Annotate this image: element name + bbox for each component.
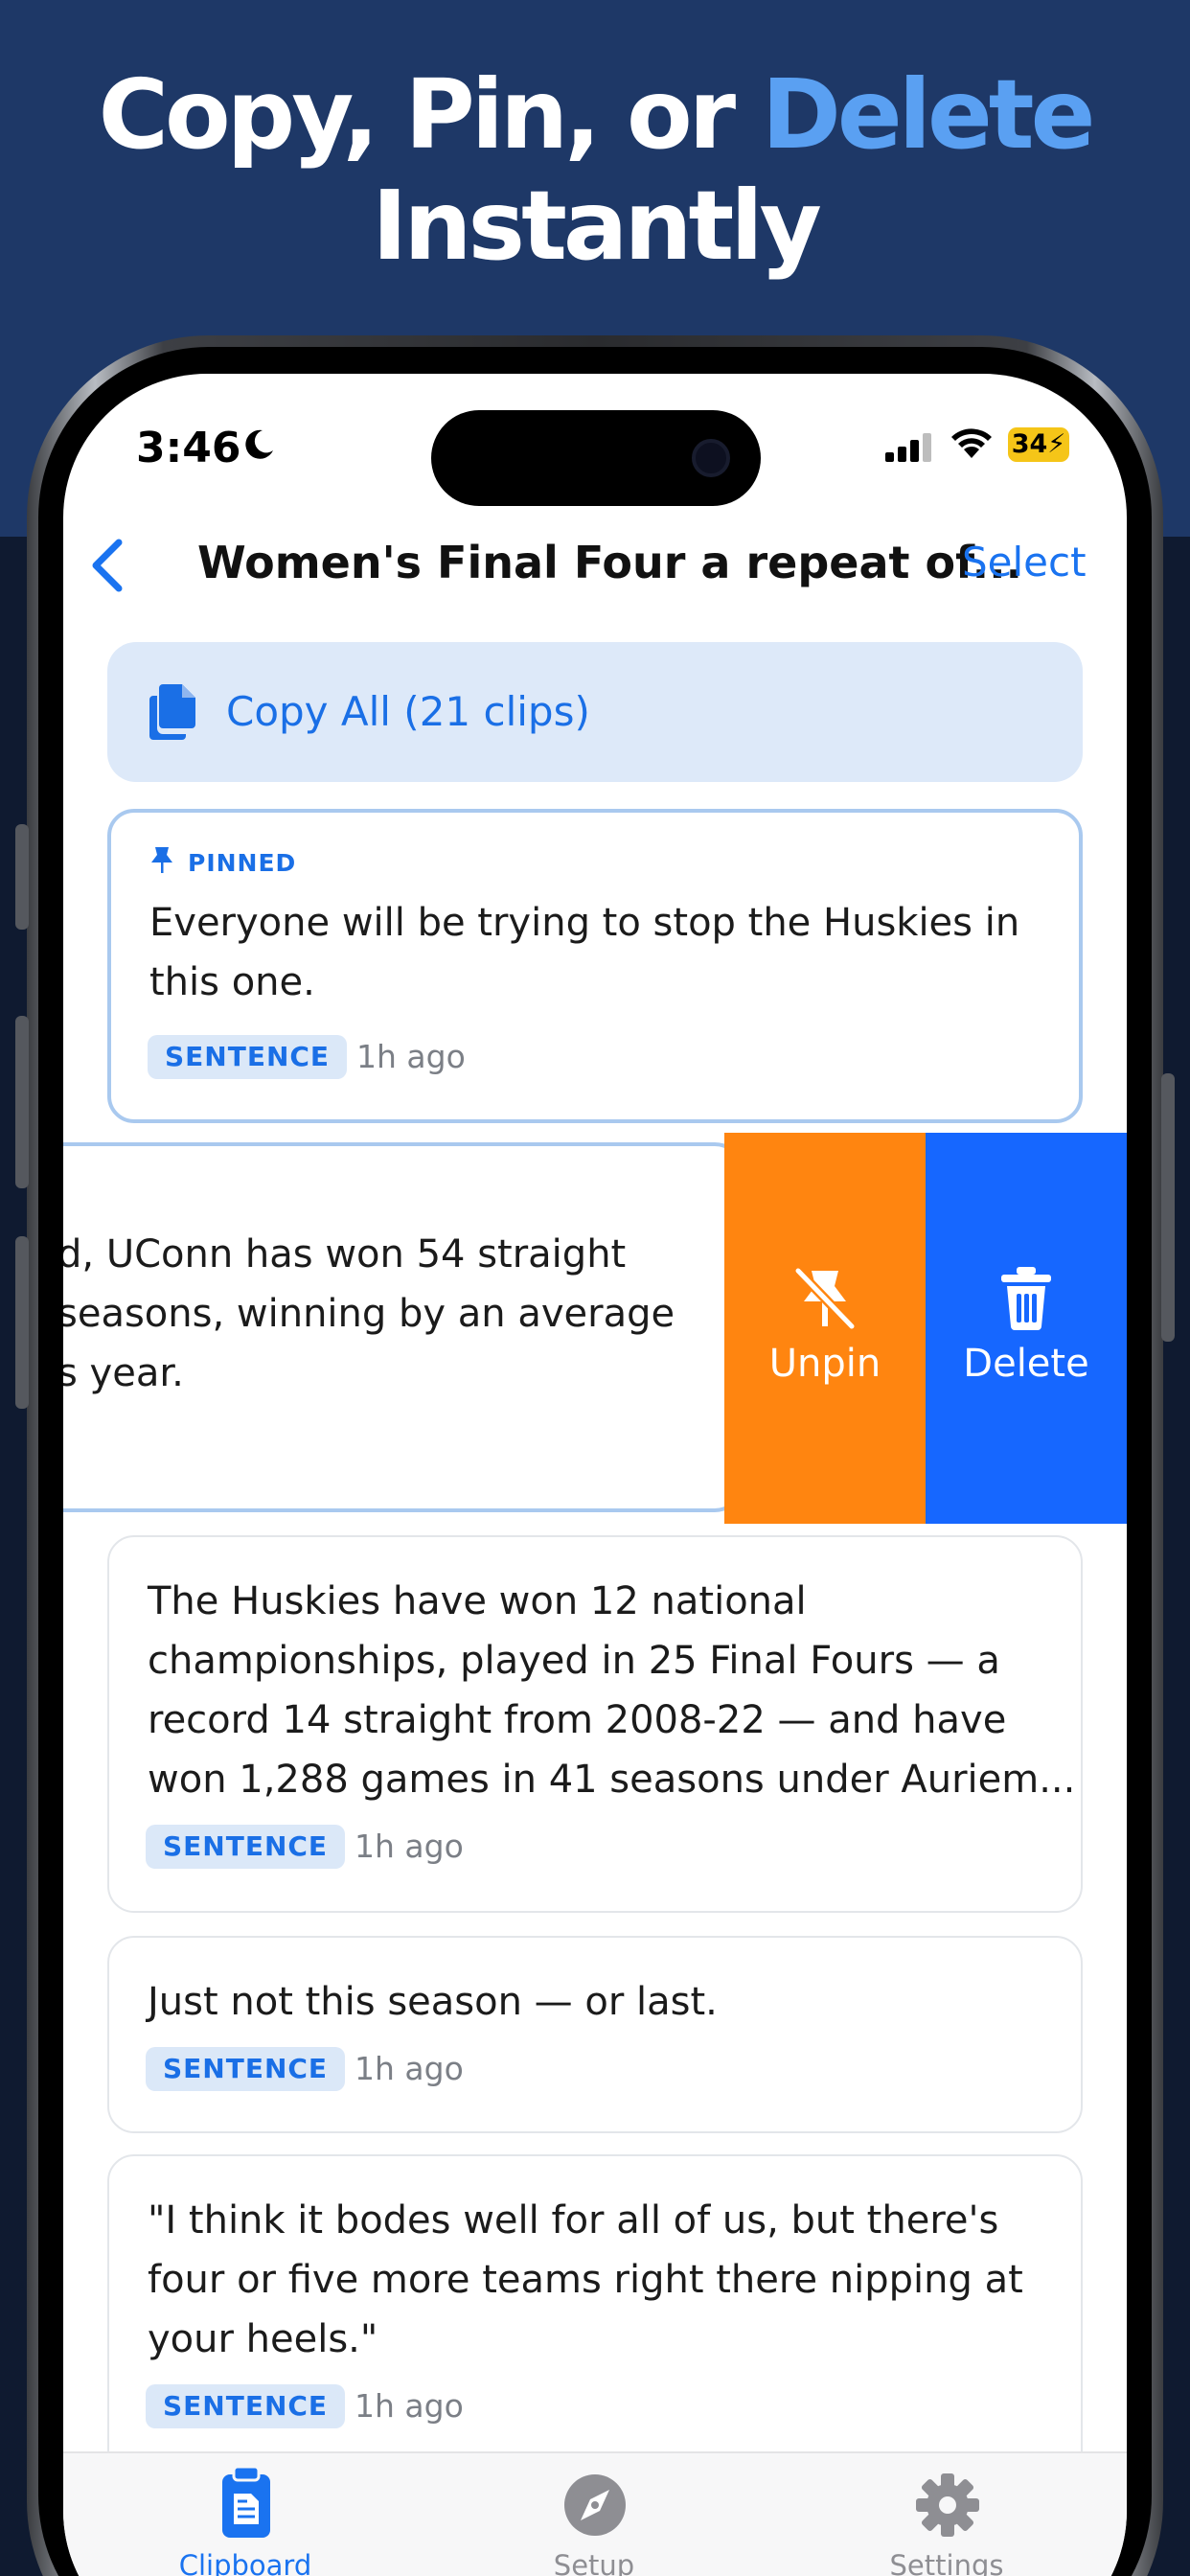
documents-icon xyxy=(149,684,195,740)
select-button[interactable]: Select xyxy=(962,539,1087,586)
camera-icon xyxy=(692,439,730,477)
clip-text-line: record 14 straight from 2008-22 — and ha… xyxy=(148,1698,1007,1742)
moon-icon xyxy=(245,429,273,459)
unpin-icon xyxy=(793,1266,857,1331)
tab-clipboard[interactable]: Clipboard xyxy=(130,2453,360,2576)
signal-icon xyxy=(885,433,931,462)
tab-label: Clipboard xyxy=(178,2549,312,2576)
headline-accent: Delete xyxy=(761,58,1096,171)
pinned-label: PINNED xyxy=(188,849,297,877)
clip-text-line: Everyone will be trying to stop the Husk… xyxy=(149,901,1020,945)
clip-card[interactable]: Just not this season — or last. SENTENCE… xyxy=(107,1936,1083,2133)
clip-timestamp: 1h ago xyxy=(356,1038,466,1075)
phone-screen: 3:46 34⚡ Women's Final Four a repeat of.… xyxy=(63,374,1127,2576)
tab-label: Setup xyxy=(553,2549,635,2576)
copy-all-button[interactable]: Copy All (21 clips) xyxy=(107,642,1083,782)
tab-setup[interactable]: Setup xyxy=(479,2453,709,2576)
clip-timestamp: 1h ago xyxy=(355,2050,464,2087)
type-badge: SENTENCE xyxy=(146,1825,346,1869)
compass-icon xyxy=(564,2474,626,2536)
type-badge: SENTENCE xyxy=(146,2384,346,2428)
clip-text-line: d, UConn has won 54 straight xyxy=(63,1232,627,1276)
volume-up-button xyxy=(15,1016,29,1188)
delete-label: Delete xyxy=(963,1342,1089,1386)
dynamic-island xyxy=(431,410,761,506)
side-button xyxy=(15,824,29,930)
headline-line-1: Copy, Pin, or Delete xyxy=(0,59,1190,171)
battery-level: 34 xyxy=(1011,429,1048,459)
battery-indicator: 34⚡ xyxy=(1008,427,1069,462)
trash-icon xyxy=(1001,1267,1051,1330)
clip-text-line: Just not this season — or last. xyxy=(148,1980,718,2024)
clip-card-pinned[interactable]: PINNED Everyone will be trying to stop t… xyxy=(107,809,1083,1123)
tab-bar: Clipboard Setup Settings xyxy=(63,2451,1127,2576)
clip-text-line: The Huskies have won 12 national xyxy=(148,1579,807,1623)
unpin-action-button[interactable]: Unpin xyxy=(724,1133,926,1524)
clip-timestamp: 1h ago xyxy=(355,2387,464,2425)
clip-text-line: your heels." xyxy=(148,2317,378,2361)
clip-text-line: "I think it bodes well for all of us, bu… xyxy=(148,2198,999,2242)
type-badge: SENTENCE xyxy=(146,2047,346,2091)
pin-icon xyxy=(151,847,172,873)
clip-text-line: seasons, winning by an average xyxy=(63,1292,675,1336)
copy-all-label: Copy All (21 clips) xyxy=(226,688,590,735)
clip-timestamp: 1h ago xyxy=(355,1828,464,1865)
status-time: 3:46 xyxy=(136,424,241,472)
clip-text-line: four or five more teams right there nipp… xyxy=(148,2258,1023,2302)
tab-label: Settings xyxy=(889,2549,1004,2576)
tab-settings[interactable]: Settings xyxy=(832,2453,1062,2576)
clip-text-line: championships, played in 25 Final Fours … xyxy=(148,1639,1000,1683)
back-chevron-icon[interactable] xyxy=(82,535,136,596)
headline-text: Copy, Pin, or xyxy=(98,58,762,171)
power-button xyxy=(1161,1073,1175,1342)
page-title: Women's Final Four a repeat of... xyxy=(197,537,1023,588)
wifi-icon xyxy=(951,428,992,458)
clip-text-line: s year. xyxy=(63,1351,184,1395)
headline-line-2: Instantly xyxy=(372,170,822,282)
delete-action-button[interactable]: Delete xyxy=(926,1133,1127,1524)
clip-text-line: this one. xyxy=(149,960,315,1004)
type-badge: SENTENCE xyxy=(148,1035,348,1079)
clip-text-line: won 1,288 games in 41 seasons under Auri… xyxy=(148,1758,1076,1802)
volume-down-button xyxy=(15,1236,29,1409)
promo-headline: Copy, Pin, or Delete Instantly xyxy=(0,59,1190,282)
clip-card[interactable]: "I think it bodes well for all of us, bu… xyxy=(107,2154,1083,2480)
gear-icon xyxy=(916,2473,979,2537)
clip-card-swiped[interactable]: d, UConn has won 54 straight seasons, wi… xyxy=(63,1142,744,1512)
clip-card[interactable]: The Huskies have won 12 national champio… xyxy=(107,1535,1083,1913)
clipboard-icon xyxy=(222,2465,270,2538)
unpin-label: Unpin xyxy=(768,1342,881,1386)
